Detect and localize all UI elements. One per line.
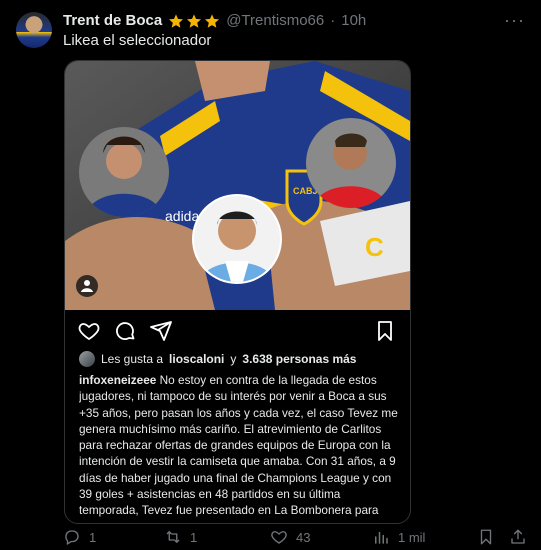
send-icon[interactable] bbox=[149, 319, 173, 343]
author-avatar[interactable] bbox=[16, 12, 52, 48]
likes-count: 3.638 personas más bbox=[242, 352, 357, 366]
views-button[interactable]: 1 mil bbox=[372, 528, 425, 546]
bookmark-tweet-button[interactable] bbox=[477, 528, 495, 546]
tweet-time[interactable]: 10h bbox=[341, 12, 366, 29]
more-icon[interactable]: ··· bbox=[504, 10, 525, 31]
tweet-header: Trent de Boca @Trentismo66 · 10h bbox=[63, 12, 366, 29]
caption-text: No estoy en contra de la llegada de esto… bbox=[79, 373, 398, 520]
post-photo: C CABJ adidas bbox=[65, 61, 410, 310]
post-caption: infoxeneizeee No estoy en contra de la l… bbox=[79, 372, 401, 520]
views-count: 1 mil bbox=[398, 529, 426, 545]
star-icon bbox=[187, 13, 202, 28]
views-icon bbox=[375, 531, 388, 544]
reply-button[interactable]: 1 bbox=[63, 528, 96, 546]
retweet-count: 1 bbox=[190, 529, 198, 545]
comment-icon[interactable] bbox=[113, 319, 137, 343]
like-button[interactable]: 43 bbox=[270, 528, 310, 546]
caption-username: infoxeneizeee bbox=[79, 373, 157, 387]
like-count: 43 bbox=[296, 529, 311, 545]
tweet-text: Likea el seleccionador bbox=[63, 32, 212, 49]
share-button[interactable] bbox=[509, 528, 527, 546]
liker-name: lioscaloni bbox=[169, 352, 225, 366]
star-icon bbox=[169, 13, 184, 28]
reply-count: 1 bbox=[89, 529, 97, 545]
likes-summary: Les gusta a lioscaloni y 3.638 personas … bbox=[79, 349, 399, 369]
retweet-button[interactable]: 1 bbox=[164, 528, 197, 546]
star-icon bbox=[205, 13, 220, 28]
bookmark-icon bbox=[480, 529, 492, 545]
author-handle[interactable]: @Trentismo66 bbox=[226, 12, 324, 29]
likes-mid: y bbox=[230, 352, 237, 366]
tweet: Trent de Boca @Trentismo66 · 10h ··· Lik… bbox=[0, 0, 541, 550]
separator-dot: · bbox=[330, 12, 336, 29]
heart-icon[interactable] bbox=[77, 319, 101, 343]
svg-text:C: C bbox=[365, 232, 384, 262]
liker-avatar bbox=[79, 351, 95, 367]
badge-stars bbox=[168, 13, 220, 29]
retweet-icon bbox=[166, 531, 180, 543]
embedded-instagram-image[interactable]: C CABJ adidas Les gusta a lioscaloni y 3… bbox=[64, 60, 411, 524]
reply-icon bbox=[65, 530, 79, 545]
share-icon bbox=[511, 529, 525, 544]
likes-prefix: Les gusta a bbox=[101, 352, 164, 366]
bookmark-icon[interactable] bbox=[373, 319, 397, 343]
like-icon bbox=[271, 531, 287, 544]
author-name[interactable]: Trent de Boca bbox=[63, 12, 162, 29]
tweet-actions: 1 1 43 1 mil bbox=[0, 528, 541, 550]
instagram-action-bar bbox=[65, 315, 410, 347]
